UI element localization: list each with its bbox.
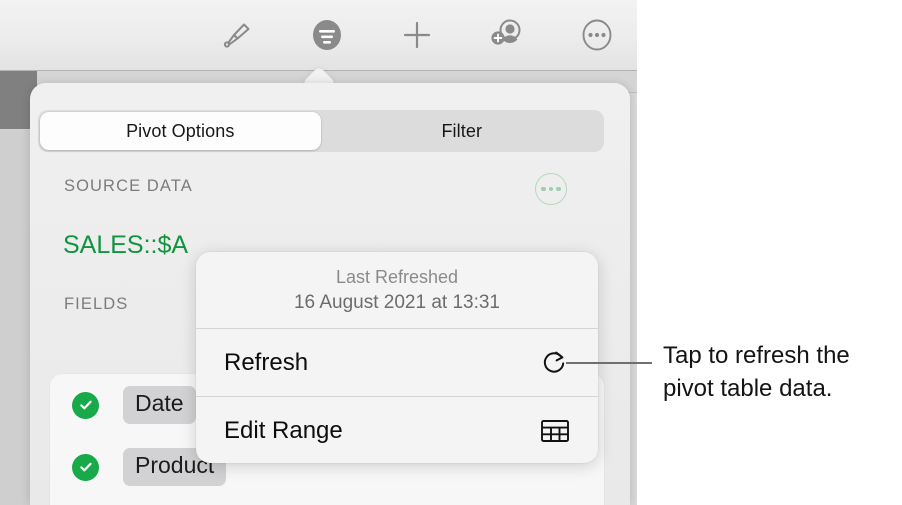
tab-filter-label: Filter <box>441 120 483 141</box>
panel-tab-bar: Pivot Options Filter <box>38 110 604 152</box>
refresh-menu-item[interactable]: Refresh <box>196 329 598 396</box>
app-toolbar <box>0 0 637 71</box>
table-grid-icon[interactable] <box>538 414 572 448</box>
last-refreshed-title: Last Refreshed <box>335 266 459 287</box>
last-refreshed-timestamp: 16 August 2021 at 13:31 <box>293 291 500 313</box>
checkmark-icon[interactable] <box>72 391 99 419</box>
toolbar-icon-group <box>215 0 619 70</box>
plus-icon[interactable] <box>395 13 439 57</box>
ellipsis-dot-1 <box>541 186 546 192</box>
edit-range-menu-item[interactable]: Edit Range <box>196 397 598 463</box>
tab-filter[interactable]: Filter <box>322 112 603 150</box>
tab-pivot-options[interactable]: Pivot Options <box>40 112 321 150</box>
ellipsis-dot-3 <box>556 186 561 192</box>
panel-pointer-arrow <box>300 64 338 84</box>
fields-section-label: FIELDS <box>64 295 129 313</box>
source-data-section-label: SOURCE DATA <box>64 177 193 195</box>
paintbrush-icon[interactable] <box>215 13 259 57</box>
callout-text: Tap to refresh the pivot table data. <box>663 342 850 402</box>
ellipsis-dot-2 <box>548 186 554 192</box>
app-window: Pivot Options Filter SOURCE DATA SALES::… <box>0 0 637 505</box>
field-chip-label[interactable]: Date <box>123 386 196 424</box>
refresh-popover: Last Refreshed 16 August 2021 at 13:31 R… <box>196 252 598 463</box>
callout-leader-line <box>566 362 652 364</box>
last-refreshed-header: Last Refreshed 16 August 2021 at 13:31 <box>196 252 598 328</box>
screenshot-root: Pivot Options Filter SOURCE DATA SALES::… <box>0 0 902 505</box>
more-ellipsis-icon[interactable] <box>575 13 619 57</box>
tab-pivot-options-label: Pivot Options <box>126 120 235 141</box>
pivot-filter-icon[interactable] <box>305 13 349 57</box>
refresh-menu-item-label: Refresh <box>224 348 309 376</box>
source-data-more-button[interactable] <box>535 173 567 205</box>
checkmark-icon[interactable] <box>72 453 99 481</box>
edit-range-menu-item-label: Edit Range <box>224 416 343 444</box>
source-data-range-value[interactable]: SALES::$A <box>63 231 188 260</box>
collaborate-icon[interactable] <box>485 13 529 57</box>
